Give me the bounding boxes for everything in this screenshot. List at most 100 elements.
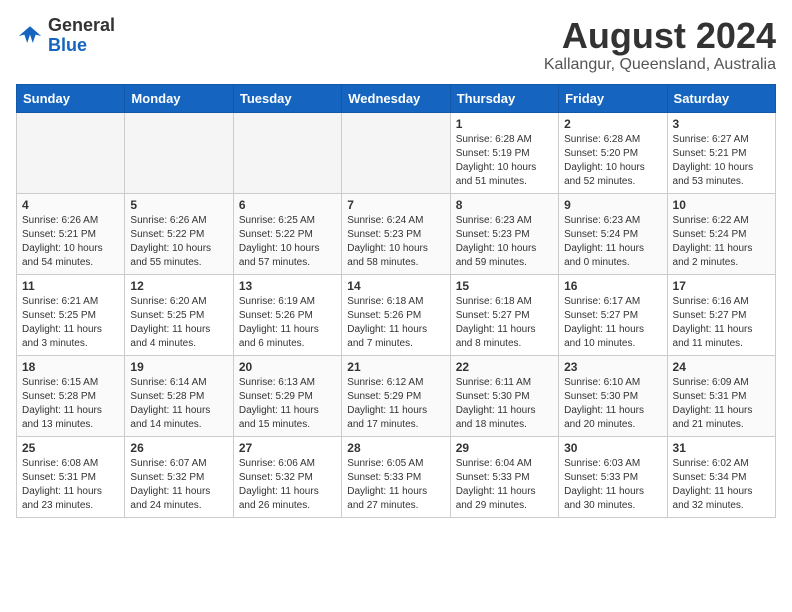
day-info: Sunrise: 6:12 AM Sunset: 5:29 PM Dayligh…: [347, 376, 444, 432]
calendar-cell: 14Sunrise: 6:18 AM Sunset: 5:26 PM Dayli…: [342, 274, 450, 355]
day-info: Sunrise: 6:03 AM Sunset: 5:33 PM Dayligh…: [564, 457, 661, 513]
day-info: Sunrise: 6:02 AM Sunset: 5:34 PM Dayligh…: [673, 457, 770, 513]
calendar-cell: [125, 112, 233, 193]
day-info: Sunrise: 6:09 AM Sunset: 5:31 PM Dayligh…: [673, 376, 770, 432]
month-year-title: August 2024: [544, 16, 776, 56]
calendar-cell: 4 Sunrise: 6:26 AM Sunset: 5:21 PM Daylig…: [17, 193, 125, 274]
calendar-cell: 26 Sunrise: 6:07 AM Sunset: 5:32 PM Dayli…: [125, 436, 233, 517]
calendar-cell: [233, 112, 341, 193]
day-info: Sunrise: 6:18 AM Sunset: 5:27 PM Dayligh…: [456, 295, 553, 351]
calendar-cell: 5Sunrise: 6:26 AM Sunset: 5:22 PM Daylig…: [125, 193, 233, 274]
day-number: 9: [564, 198, 661, 212]
day-info: Sunrise: 6:16 AM Sunset: 5:27 PM Dayligh…: [673, 295, 770, 351]
calendar-cell: 1Sunrise: 6:28 AM Sunset: 5:19 PM Daylig…: [450, 112, 558, 193]
calendar-cell: 31 Sunrise: 6:02 AM Sunset: 5:34 PM Dayli…: [667, 436, 775, 517]
day-number: 5: [130, 198, 227, 212]
weekday-header-thursday: Thursday: [450, 84, 558, 112]
day-number: 18: [22, 360, 119, 374]
calendar-week-4: 18 Sunrise: 6:15 AM Sunset: 5:28 PM Dayli…: [17, 355, 776, 436]
weekday-header-sunday: Sunday: [17, 84, 125, 112]
day-number: 2: [564, 117, 661, 131]
day-info: Sunrise: 6:22 AM Sunset: 5:24 PM Dayligh…: [673, 214, 770, 270]
calendar-cell: 28Sunrise: 6:05 AM Sunset: 5:33 PM Dayli…: [342, 436, 450, 517]
calendar-cell: 18 Sunrise: 6:15 AM Sunset: 5:28 PM Dayli…: [17, 355, 125, 436]
calendar-cell: 3 Sunrise: 6:27 AM Sunset: 5:21 PM Daylig…: [667, 112, 775, 193]
day-info: Sunrise: 6:25 AM Sunset: 5:22 PM Dayligh…: [239, 214, 336, 270]
day-number: 3: [673, 117, 770, 131]
calendar-cell: 12Sunrise: 6:20 AM Sunset: 5:25 PM Dayli…: [125, 274, 233, 355]
day-number: 20: [239, 360, 336, 374]
day-number: 22: [456, 360, 553, 374]
weekday-header-row: SundayMondayTuesdayWednesdayThursdayFrid…: [17, 84, 776, 112]
day-number: 4: [22, 198, 119, 212]
calendar-week-5: 25Sunrise: 6:08 AM Sunset: 5:31 PM Dayli…: [17, 436, 776, 517]
calendar-cell: 23 Sunrise: 6:10 AM Sunset: 5:30 PM Dayli…: [559, 355, 667, 436]
calendar-cell: 17 Sunrise: 6:16 AM Sunset: 5:27 PM Dayli…: [667, 274, 775, 355]
day-number: 31: [673, 441, 770, 455]
day-number: 13: [239, 279, 336, 293]
day-number: 14: [347, 279, 444, 293]
calendar-cell: 13Sunrise: 6:19 AM Sunset: 5:26 PM Dayli…: [233, 274, 341, 355]
calendar-cell: 6 Sunrise: 6:25 AM Sunset: 5:22 PM Daylig…: [233, 193, 341, 274]
day-number: 8: [456, 198, 553, 212]
day-info: Sunrise: 6:05 AM Sunset: 5:33 PM Dayligh…: [347, 457, 444, 513]
calendar-week-1: 1Sunrise: 6:28 AM Sunset: 5:19 PM Daylig…: [17, 112, 776, 193]
day-info: Sunrise: 6:13 AM Sunset: 5:29 PM Dayligh…: [239, 376, 336, 432]
day-number: 24: [673, 360, 770, 374]
day-number: 21: [347, 360, 444, 374]
calendar-cell: 22 Sunrise: 6:11 AM Sunset: 5:30 PM Dayli…: [450, 355, 558, 436]
location-subtitle: Kallangur, Queensland, Australia: [544, 56, 776, 74]
day-info: Sunrise: 6:04 AM Sunset: 5:33 PM Dayligh…: [456, 457, 553, 513]
calendar-cell: 16 Sunrise: 6:17 AM Sunset: 5:27 PM Dayli…: [559, 274, 667, 355]
calendar-cell: 21 Sunrise: 6:12 AM Sunset: 5:29 PM Dayli…: [342, 355, 450, 436]
day-number: 27: [239, 441, 336, 455]
day-number: 11: [22, 279, 119, 293]
day-info: Sunrise: 6:23 AM Sunset: 5:24 PM Dayligh…: [564, 214, 661, 270]
day-info: Sunrise: 6:10 AM Sunset: 5:30 PM Dayligh…: [564, 376, 661, 432]
day-number: 17: [673, 279, 770, 293]
calendar-cell: 25Sunrise: 6:08 AM Sunset: 5:31 PM Dayli…: [17, 436, 125, 517]
day-number: 7: [347, 198, 444, 212]
calendar-cell: 15Sunrise: 6:18 AM Sunset: 5:27 PM Dayli…: [450, 274, 558, 355]
calendar-cell: 11 Sunrise: 6:21 AM Sunset: 5:25 PM Dayli…: [17, 274, 125, 355]
day-info: Sunrise: 6:06 AM Sunset: 5:32 PM Dayligh…: [239, 457, 336, 513]
day-number: 16: [564, 279, 661, 293]
calendar-cell: 20 Sunrise: 6:13 AM Sunset: 5:29 PM Dayli…: [233, 355, 341, 436]
calendar-cell: [17, 112, 125, 193]
calendar-week-2: 4 Sunrise: 6:26 AM Sunset: 5:21 PM Daylig…: [17, 193, 776, 274]
weekday-header-saturday: Saturday: [667, 84, 775, 112]
weekday-header-monday: Monday: [125, 84, 233, 112]
day-info: Sunrise: 6:15 AM Sunset: 5:28 PM Dayligh…: [22, 376, 119, 432]
logo-bird-icon: [16, 22, 44, 50]
weekday-header-friday: Friday: [559, 84, 667, 112]
calendar-cell: 29Sunrise: 6:04 AM Sunset: 5:33 PM Dayli…: [450, 436, 558, 517]
day-info: Sunrise: 6:07 AM Sunset: 5:32 PM Dayligh…: [130, 457, 227, 513]
day-info: Sunrise: 6:23 AM Sunset: 5:23 PM Dayligh…: [456, 214, 553, 270]
day-info: Sunrise: 6:28 AM Sunset: 5:19 PM Dayligh…: [456, 133, 553, 189]
day-info: Sunrise: 6:21 AM Sunset: 5:25 PM Dayligh…: [22, 295, 119, 351]
logo-text: General Blue: [48, 16, 115, 56]
day-number: 23: [564, 360, 661, 374]
day-number: 26: [130, 441, 227, 455]
day-info: Sunrise: 6:24 AM Sunset: 5:23 PM Dayligh…: [347, 214, 444, 270]
day-number: 10: [673, 198, 770, 212]
logo: General Blue: [16, 16, 115, 56]
day-info: Sunrise: 6:26 AM Sunset: 5:21 PM Dayligh…: [22, 214, 119, 270]
calendar-cell: 2 Sunrise: 6:28 AM Sunset: 5:20 PM Daylig…: [559, 112, 667, 193]
weekday-header-wednesday: Wednesday: [342, 84, 450, 112]
calendar-cell: 8 Sunrise: 6:23 AM Sunset: 5:23 PM Daylig…: [450, 193, 558, 274]
day-number: 6: [239, 198, 336, 212]
day-number: 19: [130, 360, 227, 374]
calendar-cell: 30Sunrise: 6:03 AM Sunset: 5:33 PM Dayli…: [559, 436, 667, 517]
day-info: Sunrise: 6:20 AM Sunset: 5:25 PM Dayligh…: [130, 295, 227, 351]
day-number: 25: [22, 441, 119, 455]
day-info: Sunrise: 6:28 AM Sunset: 5:20 PM Dayligh…: [564, 133, 661, 189]
day-info: Sunrise: 6:11 AM Sunset: 5:30 PM Dayligh…: [456, 376, 553, 432]
calendar-cell: 24 Sunrise: 6:09 AM Sunset: 5:31 PM Dayli…: [667, 355, 775, 436]
page-header: General Blue August 2024 Kallangur, Quee…: [16, 16, 776, 74]
day-info: Sunrise: 6:27 AM Sunset: 5:21 PM Dayligh…: [673, 133, 770, 189]
calendar-cell: 27 Sunrise: 6:06 AM Sunset: 5:32 PM Dayli…: [233, 436, 341, 517]
calendar-cell: 9 Sunrise: 6:23 AM Sunset: 5:24 PM Daylig…: [559, 193, 667, 274]
day-info: Sunrise: 6:17 AM Sunset: 5:27 PM Dayligh…: [564, 295, 661, 351]
calendar-cell: 10 Sunrise: 6:22 AM Sunset: 5:24 PM Dayli…: [667, 193, 775, 274]
